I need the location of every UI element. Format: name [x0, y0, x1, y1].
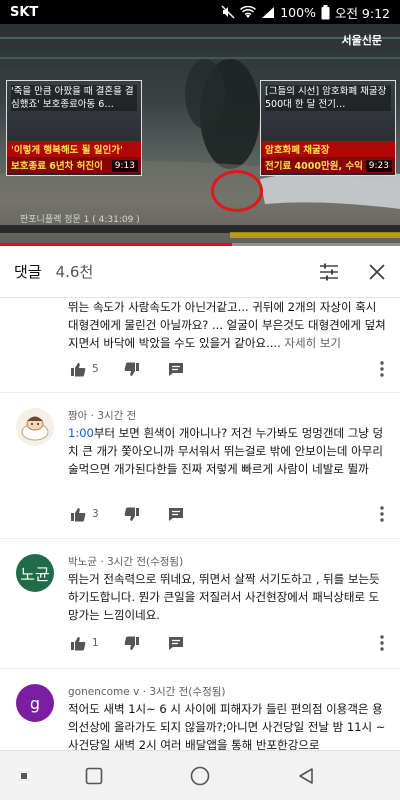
- more-options-icon[interactable]: [376, 633, 388, 653]
- comment-time: 3시간 전(수정됨): [107, 556, 184, 568]
- comment-text: 뛰는 속도가 사람속도가 아닌거같고... 귀뒤에 2개의 자상이 혹시 대형견…: [68, 298, 388, 352]
- comment-text-content: 적어도 새벽 1시~ 6 시 사이에 피해자가 들린 편의점 이용객은 용의선상…: [68, 702, 386, 750]
- home-icon[interactable]: [188, 764, 212, 788]
- reply-icon[interactable]: [166, 633, 186, 653]
- status-icons: 100% 오전 9:12: [221, 3, 390, 22]
- avatar-initials: 노균: [20, 565, 50, 584]
- battery-icon: [321, 4, 330, 20]
- close-icon[interactable]: [366, 261, 388, 283]
- back-icon[interactable]: [294, 764, 318, 788]
- comment-text-content: 부터 보면 흰색이 개아니나? 저건 누가봐도 멍멍갠데 그냥 덩치 큰 개가 …: [68, 426, 384, 476]
- video-player[interactable]: 서울신문 '죽을 만큼 아팠을 때 결혼을 결심했죠' 보호종료아동 6… '이…: [0, 24, 400, 246]
- channel-brand: 서울신문: [341, 34, 382, 47]
- avatar[interactable]: 노균: [16, 554, 54, 592]
- dislike-icon[interactable]: [122, 633, 142, 653]
- divider: [0, 538, 400, 539]
- battery-level: 100%: [280, 4, 316, 20]
- avatar[interactable]: g: [16, 684, 54, 722]
- comment-author[interactable]: 박노균: [68, 556, 97, 568]
- end-card-duration: 9:13: [111, 160, 138, 172]
- end-card-headline: '죽을 만큼 아팠을 때 결혼을 결심했죠' 보호종료아동 6…: [11, 85, 137, 111]
- carrier-label: SKT: [10, 4, 39, 20]
- comment-text: 적어도 새벽 1시~ 6 시 사이에 피해자가 들린 편의점 이용객은 용의선상…: [68, 700, 388, 750]
- like-icon[interactable]: [68, 359, 88, 379]
- more-options-icon[interactable]: [376, 504, 388, 524]
- comment-list[interactable]: 뛰는 속도가 사람속도가 아닌거같고... 귀뒤에 2개의 자상이 혹시 대형견…: [0, 298, 400, 750]
- comment-author[interactable]: 짱아: [68, 410, 87, 422]
- like-icon[interactable]: [68, 504, 88, 524]
- comments-count: 4.6천: [55, 263, 94, 281]
- clock: 오전 9:12: [334, 5, 390, 21]
- system-nav-bar: [0, 750, 400, 800]
- comment-actions: 1: [68, 633, 186, 653]
- avatar-initials: g: [29, 693, 41, 713]
- end-card-video[interactable]: [그들의 시선] 암호화폐 채굴장 500대 한 달 전기… 암호화폐 채굴장 …: [260, 80, 396, 176]
- comment-text: 뛰는거 전속력으로 뛰네요, 뛰면서 살짝 서기도하고 , 뒤를 보는듯 하기도…: [68, 570, 388, 624]
- like-count: 5: [92, 363, 99, 375]
- comment-text: 1:00부터 보면 흰색이 개아니나? 저건 누가봐도 멍멍갠데 그냥 덩치 큰…: [68, 424, 388, 478]
- dislike-icon[interactable]: [122, 359, 142, 379]
- comment-text-content: 뛰는거 전속력으로 뛰네요, 뛰면서 살짝 서기도하고 , 뒤를 보는듯 하기도…: [68, 572, 380, 622]
- end-card-duration: 9:23: [365, 160, 392, 172]
- comment-author[interactable]: gonencome v: [68, 686, 139, 698]
- screen: SKT 100% 오전 9:12 서울신문 '죽을 만큼 아팠을 때 결혼을 결…: [0, 0, 400, 800]
- avatar[interactable]: [16, 408, 54, 446]
- timestamp-link[interactable]: 1:00: [68, 426, 94, 440]
- like-count: 3: [92, 508, 99, 520]
- comment-actions: 3: [68, 504, 186, 524]
- comment-meta: 박노균 · 3시간 전(수정됨): [68, 556, 184, 568]
- menu-dot-icon[interactable]: [12, 764, 36, 788]
- more-options-icon[interactable]: [376, 359, 388, 379]
- signal-icon: [261, 6, 275, 19]
- like-count: 1: [92, 637, 99, 649]
- mute-icon: [221, 5, 235, 19]
- highlight-circle: [211, 170, 263, 212]
- cctv-camera-label: 판포니플렉 정문 1 ( 4:31:09 ): [20, 215, 140, 225]
- divider: [0, 392, 400, 393]
- comment-time: 3시간 전(수정됨): [149, 686, 226, 698]
- comments-title: 댓글: [14, 263, 42, 281]
- comment-time: 3시간 전: [97, 410, 137, 422]
- dislike-icon[interactable]: [122, 504, 142, 524]
- status-bar: SKT 100% 오전 9:12: [0, 0, 400, 24]
- end-card-video[interactable]: '죽을 만큼 아팠을 때 결혼을 결심했죠' 보호종료아동 6… '이렇게 행복…: [6, 80, 142, 176]
- reply-icon[interactable]: [166, 359, 186, 379]
- reply-icon[interactable]: [166, 504, 186, 524]
- read-more-link[interactable]: 자세히 보기: [284, 336, 341, 350]
- comments-header: 댓글 4.6천: [0, 246, 400, 298]
- wifi-icon: [240, 5, 257, 19]
- comment-meta: gonencome v · 3시간 전(수정됨): [68, 686, 226, 698]
- comment-actions: 5: [68, 359, 186, 379]
- comment-meta: 짱아 · 3시간 전: [68, 410, 137, 422]
- end-card-caption: 암호화폐 채굴장: [261, 141, 395, 157]
- like-icon[interactable]: [68, 633, 88, 653]
- divider: [0, 668, 400, 669]
- end-card-headline: [그들의 시선] 암호화폐 채굴장 500대 한 달 전기…: [265, 85, 391, 111]
- end-card-caption: '이렇게 행복해도 될 일인가': [7, 141, 141, 157]
- sort-filter-icon[interactable]: [318, 261, 340, 283]
- recent-apps-icon[interactable]: [82, 764, 106, 788]
